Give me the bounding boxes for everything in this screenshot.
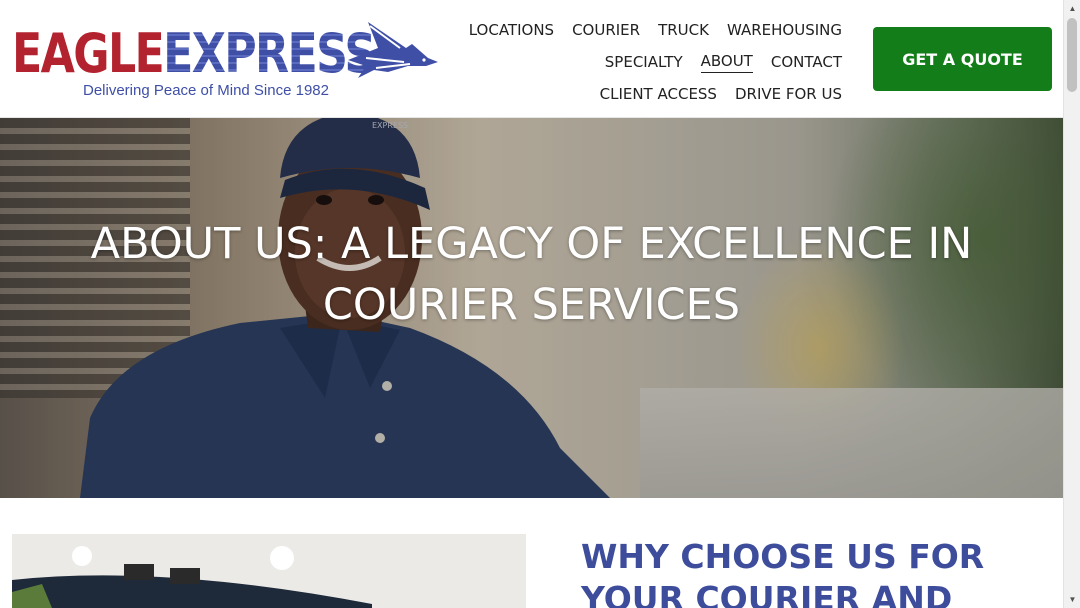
section-heading-line-2: YOUR COURIER AND <box>581 579 953 608</box>
eagle-bird-icon <box>348 22 438 78</box>
nav-link-truck[interactable]: TRUCK <box>658 21 709 39</box>
section-heading-line-1: WHY CHOOSE US FOR <box>581 537 985 576</box>
logo-express-text: EXPRESS <box>163 22 376 85</box>
nav-row-2: SPECIALTY ABOUT CONTACT <box>442 46 842 78</box>
nav-link-drive-for-us[interactable]: DRIVE FOR US <box>735 85 842 103</box>
nav-link-about[interactable]: ABOUT <box>700 52 753 73</box>
section-heading: WHY CHOOSE US FOR YOUR COURIER AND <box>581 536 1051 608</box>
get-a-quote-button[interactable]: GET A QUOTE <box>873 27 1052 91</box>
why-choose-us-section: WHY CHOOSE US FOR YOUR COURIER AND <box>0 498 1063 608</box>
page-scrollbar[interactable]: ▲ ▼ <box>1063 0 1080 608</box>
page-title: ABOUT US: A LEGACY OF EXCELLENCE IN COUR… <box>40 214 1023 336</box>
nav-link-locations[interactable]: LOCATIONS <box>469 21 554 39</box>
nav-link-specialty[interactable]: SPECIALTY <box>605 53 683 71</box>
nav-row-1: LOCATIONS COURIER TRUCK WAREHOUSING <box>442 14 842 46</box>
logo-wordmark: EAGLEEXPRESS <box>12 22 376 85</box>
nav-link-courier[interactable]: COURIER <box>572 21 640 39</box>
van-interior-illustration <box>12 534 526 608</box>
nav-link-contact[interactable]: CONTACT <box>771 53 842 71</box>
logo-tagline: Delivering Peace of Mind Since 1982 <box>83 82 329 99</box>
page-title-line-1: ABOUT US: A LEGACY OF EXCELLENCE IN <box>90 219 973 269</box>
delivery-van-photo <box>12 534 526 608</box>
page-title-line-2: COURIER SERVICES <box>322 280 741 330</box>
main-navigation: LOCATIONS COURIER TRUCK WAREHOUSING SPEC… <box>442 14 842 110</box>
nav-link-client-access[interactable]: CLIENT ACCESS <box>600 85 717 103</box>
chevron-down-icon[interactable]: ▼ <box>1064 591 1080 608</box>
nav-link-warehousing[interactable]: WAREHOUSING <box>727 21 842 39</box>
site-header: EAGLEEXPRESS Delivering Peace of Mind Si… <box>0 0 1063 118</box>
logo-eagle-text: EAGLE <box>12 22 165 85</box>
hero-banner: EXPRESS ABOUT US: A LEGACY OF EXCELLENCE… <box>0 118 1063 498</box>
scrollbar-thumb[interactable] <box>1067 18 1077 92</box>
nav-row-3: CLIENT ACCESS DRIVE FOR US <box>442 78 842 110</box>
brand-logo[interactable]: EAGLEEXPRESS Delivering Peace of Mind Si… <box>12 16 442 106</box>
chevron-up-icon[interactable]: ▲ <box>1064 0 1080 17</box>
